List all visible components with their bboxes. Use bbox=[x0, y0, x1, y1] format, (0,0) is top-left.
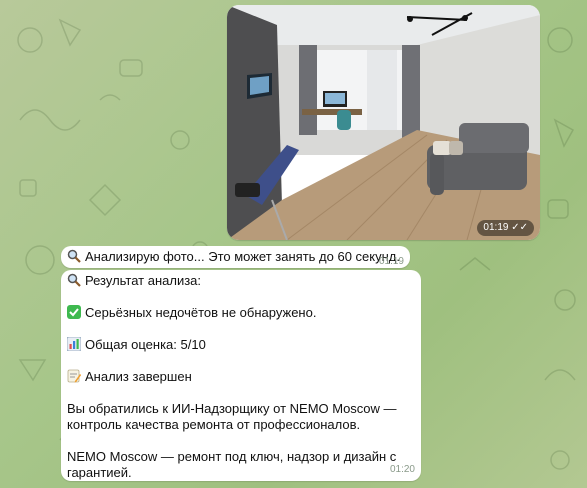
status-timestamp: 01:19 bbox=[378, 256, 404, 267]
result-timestamp: 01:20 bbox=[389, 464, 415, 475]
score-text: Общая оценка: 5/10 bbox=[85, 337, 206, 352]
done-line: Анализ завершен bbox=[67, 369, 397, 385]
magnifier-icon bbox=[67, 249, 81, 263]
photo-timestamp: 01:19 ✓✓ bbox=[477, 220, 534, 236]
footer-line-2: гарантией. bbox=[67, 465, 132, 480]
photo-message[interactable]: 01:19 ✓✓ bbox=[227, 5, 540, 240]
result-message[interactable]: Результат анализа: Серьёзных недочётов н… bbox=[61, 270, 421, 481]
defects-line: Серьёзных недочётов не обнаружено. bbox=[67, 305, 397, 321]
footer-line-1: NEMO Moscow — ремонт под ключ, надзор и … bbox=[67, 449, 397, 464]
status-text: Анализирую фото... Это может занять до 6… bbox=[85, 249, 400, 264]
photo-time-text: 01:19 bbox=[483, 222, 509, 233]
score-line: Общая оценка: 5/10 bbox=[67, 337, 397, 353]
status-message[interactable]: Анализирую фото... Это может занять до 6… bbox=[61, 246, 410, 268]
result-heading: Результат анализа: bbox=[67, 273, 397, 289]
promo-line-2: контроль качества ремонта от профессиона… bbox=[67, 417, 361, 432]
promo-line-1: Вы обратились к ИИ-Надзорщику от NEMO Mo… bbox=[67, 401, 397, 416]
magnifier-icon bbox=[67, 273, 81, 287]
defects-text: Серьёзных недочётов не обнаружено. bbox=[85, 305, 317, 320]
room-photo[interactable] bbox=[227, 5, 540, 240]
result-heading-text: Результат анализа: bbox=[85, 273, 202, 288]
check-mark-icon bbox=[67, 305, 81, 319]
memo-icon bbox=[67, 369, 81, 383]
bar-chart-icon bbox=[67, 337, 81, 351]
double-check-icon: ✓✓ bbox=[511, 222, 528, 233]
done-text: Анализ завершен bbox=[85, 369, 192, 384]
